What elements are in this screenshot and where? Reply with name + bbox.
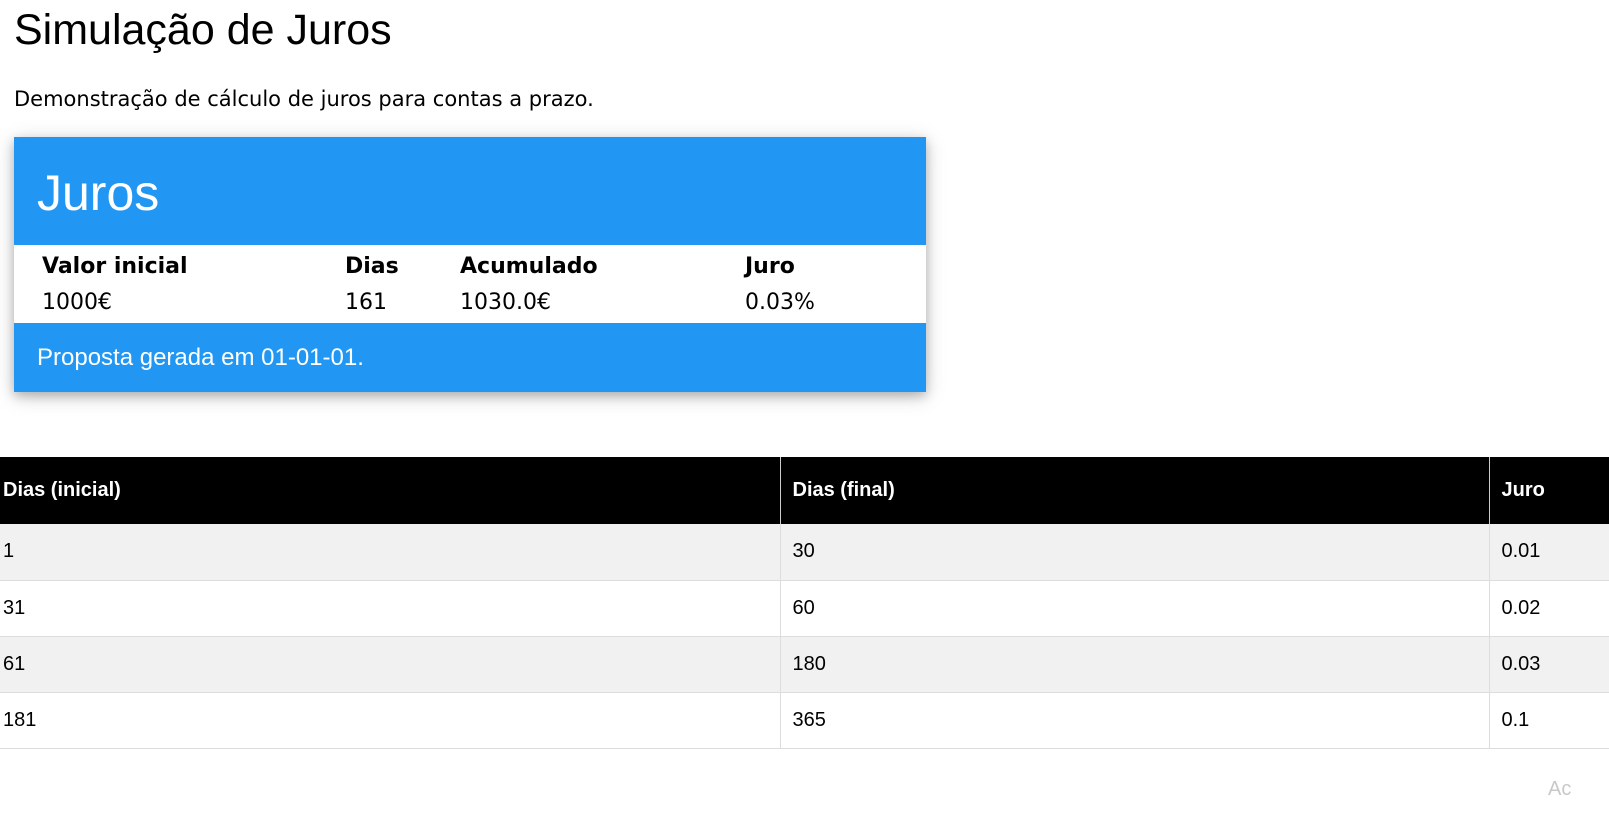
card-col-acumulado-label: Acumulado (460, 254, 598, 279)
cell-juro: 0.1 (1489, 692, 1609, 749)
page-title: Simulação de Juros (14, 6, 392, 54)
card-dias-value: 161 (345, 290, 387, 315)
cell-juro: 0.02 (1489, 580, 1609, 637)
card-footer: Proposta gerada em 01-01-01. (14, 323, 926, 392)
cell-juro: 0.03 (1489, 636, 1609, 693)
cell-juro: 0.01 (1489, 524, 1609, 581)
card-header: Juros (14, 137, 926, 245)
card-title: Juros (37, 165, 160, 221)
column-header-dias-inicial: Dias (inicial) (0, 457, 781, 524)
cell-dias-final: 180 (780, 636, 1490, 693)
table-header-row: Dias (inicial) Dias (final) Juro (0, 457, 1609, 524)
cell-dias-inicial: 181 (0, 692, 781, 749)
table-row: 61 180 0.03 (0, 636, 1609, 693)
cell-dias-final: 30 (780, 524, 1490, 581)
table-row: 1 30 0.01 (0, 524, 1609, 581)
card-col-dias-label: Dias (345, 254, 399, 279)
cell-dias-final: 365 (780, 692, 1490, 749)
table-row: 31 60 0.02 (0, 580, 1609, 637)
interest-card: Juros Valor inicial Dias Acumulado Juro … (14, 137, 926, 392)
card-juro-value: 0.03% (745, 290, 815, 315)
card-valor-inicial-value: 1000€ (42, 290, 112, 315)
page-subtitle: Demonstração de cálculo de juros para co… (14, 87, 594, 111)
card-col-juro-label: Juro (745, 254, 795, 279)
cell-dias-final: 60 (780, 580, 1490, 637)
table-row: 181 365 0.1 (0, 692, 1609, 749)
column-header-dias-final: Dias (final) (780, 457, 1490, 524)
cell-dias-inicial: 1 (0, 524, 781, 581)
card-col-valor-inicial-label: Valor inicial (42, 254, 188, 279)
column-header-juro: Juro (1489, 457, 1609, 524)
cell-dias-inicial: 31 (0, 580, 781, 637)
activation-watermark: Ac (1548, 778, 1572, 800)
card-acumulado-value: 1030.0€ (460, 290, 551, 315)
cell-dias-inicial: 61 (0, 636, 781, 693)
rates-table: Dias (inicial) Dias (final) Juro 1 30 0.… (0, 457, 1609, 749)
